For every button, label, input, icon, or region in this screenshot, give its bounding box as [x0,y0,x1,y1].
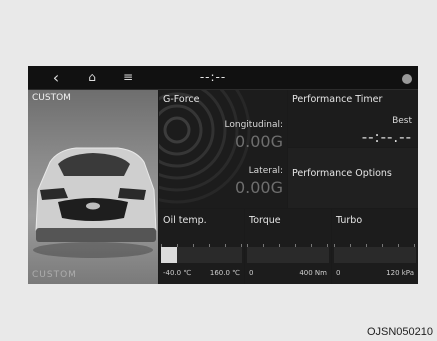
lateral-value: 0.00G [234,178,283,197]
figure-code: OJSN050210 [366,326,433,338]
longitudinal-value: 0.00G [234,132,283,151]
performance-timer-panel[interactable]: Performance Timer Best --:--.-- [288,90,418,147]
turbo-min: 0 [336,269,341,277]
menu-icon[interactable]: ≡ [120,66,136,89]
clock-display: --:-- [199,70,227,84]
oil-temp-bar-fill [161,247,178,263]
car-front-image [33,147,157,258]
torque-min: 0 [249,269,254,277]
gforce-panel[interactable]: G-Force Longitudinal: 0.00G Lateral: 0.0… [159,90,287,208]
turbo-gauge[interactable]: Turbo 0 120 kPa [332,209,418,284]
custom-ghost-label: CUSTOM [32,270,77,280]
performance-options-button[interactable]: Performance Options [288,148,418,208]
oil-temp-min: -40.0 ℃ [163,269,192,277]
infotainment-screen: ‹ ⌂ ≡ --:-- CUSTOM CUSTOM G-Force Longit… [28,66,418,284]
torque-bar [247,244,329,263]
torque-title: Torque [249,215,281,226]
turbo-title: Turbo [336,215,363,226]
lateral-label: Lateral: [248,166,283,176]
settings-icon[interactable] [402,74,412,84]
oil-temp-bar [161,244,242,263]
oil-temp-title: Oil temp. [163,215,207,226]
turbo-max: 120 kPa [386,269,414,277]
oil-temp-gauge[interactable]: Oil temp. -40.0 ℃ 160.0 ℃ [159,209,244,284]
car-custom-panel[interactable]: CUSTOM CUSTOM [28,90,158,284]
longitudinal-label: Longitudinal: [224,120,283,130]
back-icon[interactable]: ‹ [48,66,64,89]
home-icon[interactable]: ⌂ [84,66,100,89]
torque-gauge[interactable]: Torque 0 400 Nm [245,209,331,284]
performance-timer-title: Performance Timer [292,94,383,105]
torque-max: 400 Nm [299,269,327,277]
top-bar: ‹ ⌂ ≡ --:-- [28,66,418,90]
oil-temp-max: 160.0 ℃ [209,269,240,277]
gforce-title: G-Force [163,94,200,105]
performance-options-label: Performance Options [292,168,392,179]
best-label: Best [392,116,412,126]
turbo-bar [334,244,416,263]
best-time-value: --:--.-- [361,128,412,146]
